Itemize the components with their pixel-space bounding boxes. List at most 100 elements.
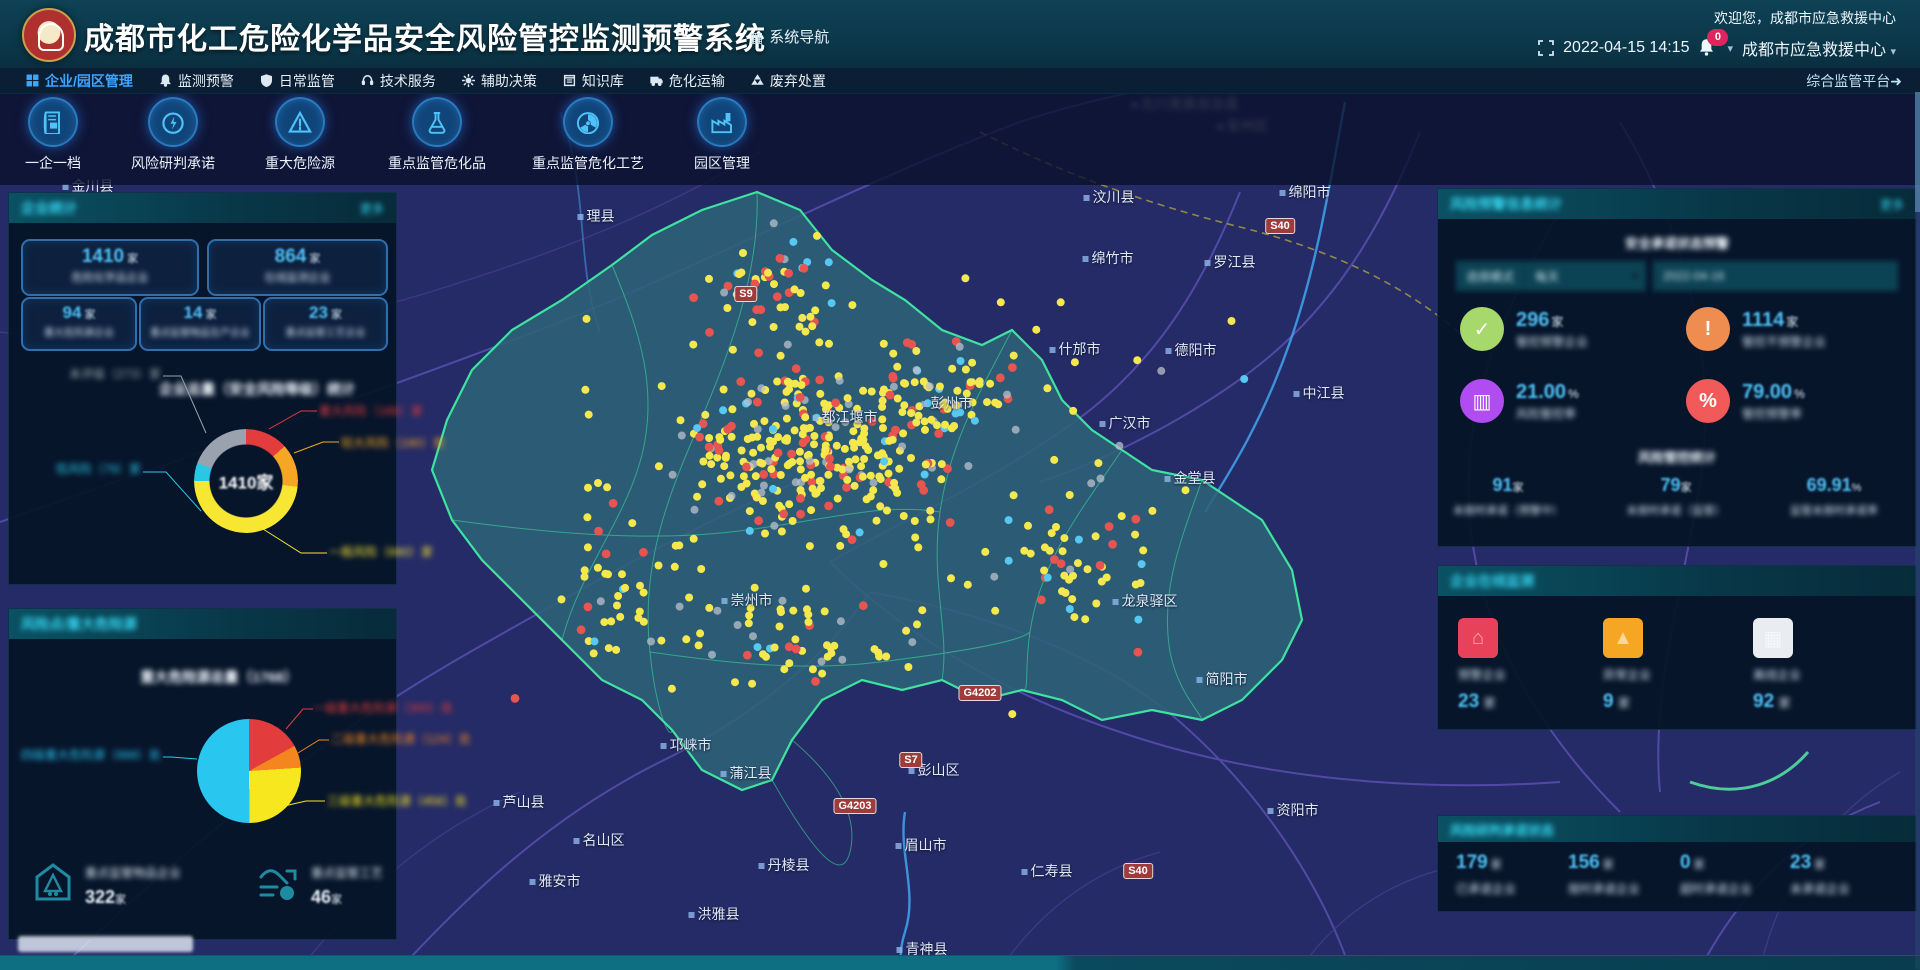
- enterprise-dot[interactable]: [806, 457, 814, 465]
- enterprise-dot[interactable]: [806, 313, 814, 321]
- enterprise-dot[interactable]: [818, 670, 826, 678]
- enterprise-dot[interactable]: [797, 486, 805, 494]
- enterprise-dot[interactable]: [1084, 565, 1092, 573]
- enterprise-dot[interactable]: [777, 352, 785, 360]
- enterprise-dot[interactable]: [705, 443, 714, 452]
- enterprise-dot[interactable]: [705, 328, 714, 337]
- enterprise-dot[interactable]: [726, 471, 734, 479]
- enterprise-dot[interactable]: [655, 562, 663, 570]
- enterprise-dot[interactable]: [840, 525, 848, 533]
- enterprise-dot[interactable]: [594, 564, 602, 572]
- enterprise-dot[interactable]: [678, 432, 686, 440]
- enterprise-dot[interactable]: [760, 482, 768, 490]
- enterprise-dot[interactable]: [754, 425, 762, 433]
- enterprise-dot[interactable]: [810, 440, 818, 448]
- enterprise-dot[interactable]: [757, 384, 765, 392]
- warning-panel-more[interactable]: 更多: [1880, 196, 1904, 213]
- enterprise-dot[interactable]: [636, 582, 644, 590]
- enterprise-dot[interactable]: [698, 480, 706, 488]
- enterprise-dot[interactable]: [1139, 546, 1147, 554]
- enterprise-dot[interactable]: [773, 378, 781, 386]
- enterprise-dot[interactable]: [789, 517, 797, 525]
- enterprise-dot[interactable]: [677, 416, 685, 424]
- enterprise-dot[interactable]: [936, 383, 944, 391]
- enterprise-dot[interactable]: [728, 405, 736, 413]
- subnav-item-5[interactable]: 重点监管危化工艺: [523, 97, 653, 173]
- enterprise-dot[interactable]: [783, 388, 791, 396]
- enterprise-dot[interactable]: [691, 506, 699, 514]
- enterprise-dot[interactable]: [859, 473, 867, 481]
- enterprise-dot[interactable]: [1068, 595, 1076, 603]
- enterprise-dot[interactable]: [844, 394, 852, 402]
- enterprise-dot[interactable]: [1070, 613, 1078, 621]
- enterprise-dot[interactable]: [947, 574, 955, 582]
- enterprise-dot[interactable]: [693, 493, 701, 501]
- enterprise-dot[interactable]: [705, 604, 713, 612]
- enterprise-dot[interactable]: [811, 306, 819, 314]
- enterprise-dot[interactable]: [577, 625, 586, 634]
- enterprise-dot[interactable]: [941, 421, 949, 429]
- enterprise-dot[interactable]: [682, 635, 690, 643]
- enterprise-dot[interactable]: [723, 304, 731, 312]
- enterprise-dot[interactable]: [696, 629, 704, 637]
- subnav-item-4[interactable]: 重点监管危化品: [372, 97, 502, 173]
- enterprise-dot[interactable]: [783, 415, 791, 423]
- enterprise-dot[interactable]: [867, 492, 875, 500]
- enterprise-dot[interactable]: [784, 341, 792, 349]
- enterprise-dot[interactable]: [879, 560, 887, 568]
- enterprise-dot[interactable]: [986, 380, 994, 388]
- enterprise-dot[interactable]: [893, 363, 901, 371]
- enterprise-dot[interactable]: [868, 388, 876, 396]
- enterprise-dot[interactable]: [818, 658, 826, 666]
- enterprise-dot[interactable]: [628, 519, 636, 527]
- nav-item-2[interactable]: 监测预警: [159, 71, 234, 91]
- enterprise-dot[interactable]: [848, 301, 856, 309]
- enterprise-dot[interactable]: [991, 607, 999, 615]
- enterprise-dot[interactable]: [1059, 547, 1067, 555]
- enterprise-dot[interactable]: [902, 627, 910, 635]
- nav-item-7[interactable]: 危化运输: [650, 71, 725, 91]
- enterprise-dot[interactable]: [584, 603, 593, 612]
- enterprise-dot[interactable]: [807, 506, 815, 514]
- enterprise-dot[interactable]: [672, 542, 680, 550]
- enterprise-dot[interactable]: [782, 402, 790, 410]
- enterprise-dot[interactable]: [845, 466, 853, 474]
- enterprise-dot[interactable]: [786, 379, 794, 387]
- nav-right-link[interactable]: 综合监管平台➜: [1806, 71, 1902, 91]
- nav-item-6[interactable]: 知识库: [563, 71, 624, 91]
- enterprise-dot[interactable]: [607, 617, 615, 625]
- enterprise-dot[interactable]: [759, 470, 768, 479]
- enterprise-dot[interactable]: [1105, 522, 1114, 531]
- enterprise-dot[interactable]: [779, 597, 787, 605]
- enterprise-dot[interactable]: [828, 299, 836, 307]
- enterprise-dot[interactable]: [738, 447, 746, 455]
- enterprise-dot[interactable]: [816, 477, 824, 485]
- enterprise-dot[interactable]: [749, 632, 757, 640]
- enterprise-dot[interactable]: [616, 613, 624, 621]
- enterprise-dot[interactable]: [1043, 384, 1051, 392]
- mode-select[interactable]: 选择模式 每天 ▾: [1456, 261, 1646, 291]
- enterprise-dot[interactable]: [713, 607, 721, 615]
- enterprise-dot[interactable]: [695, 433, 704, 442]
- enterprise-dot[interactable]: [971, 417, 979, 425]
- enterprise-dot[interactable]: [823, 641, 831, 649]
- enterprise-dot[interactable]: [889, 350, 897, 358]
- enterprise-dot[interactable]: [800, 264, 809, 273]
- enterprise-dot[interactable]: [676, 603, 684, 611]
- enterprise-dot[interactable]: [705, 434, 713, 442]
- enterprise-dot[interactable]: [859, 601, 868, 610]
- enterprise-dot[interactable]: [890, 479, 898, 487]
- enterprise-dot[interactable]: [785, 659, 793, 667]
- enterprise-dot[interactable]: [1052, 523, 1060, 531]
- enterprise-dot[interactable]: [885, 470, 893, 478]
- enterprise-dot[interactable]: [685, 594, 693, 602]
- enterprise-dot[interactable]: [1138, 560, 1146, 568]
- enterprise-dot[interactable]: [744, 398, 752, 406]
- nav-item-8[interactable]: 废弃处置: [751, 71, 826, 91]
- enterprise-dot[interactable]: [890, 383, 898, 391]
- enterprise-dot[interactable]: [871, 645, 879, 653]
- enterprise-dot[interactable]: [911, 517, 919, 525]
- enterprise-dot[interactable]: [851, 482, 859, 490]
- enterprise-dot[interactable]: [908, 638, 916, 646]
- enterprise-dot[interactable]: [655, 462, 663, 470]
